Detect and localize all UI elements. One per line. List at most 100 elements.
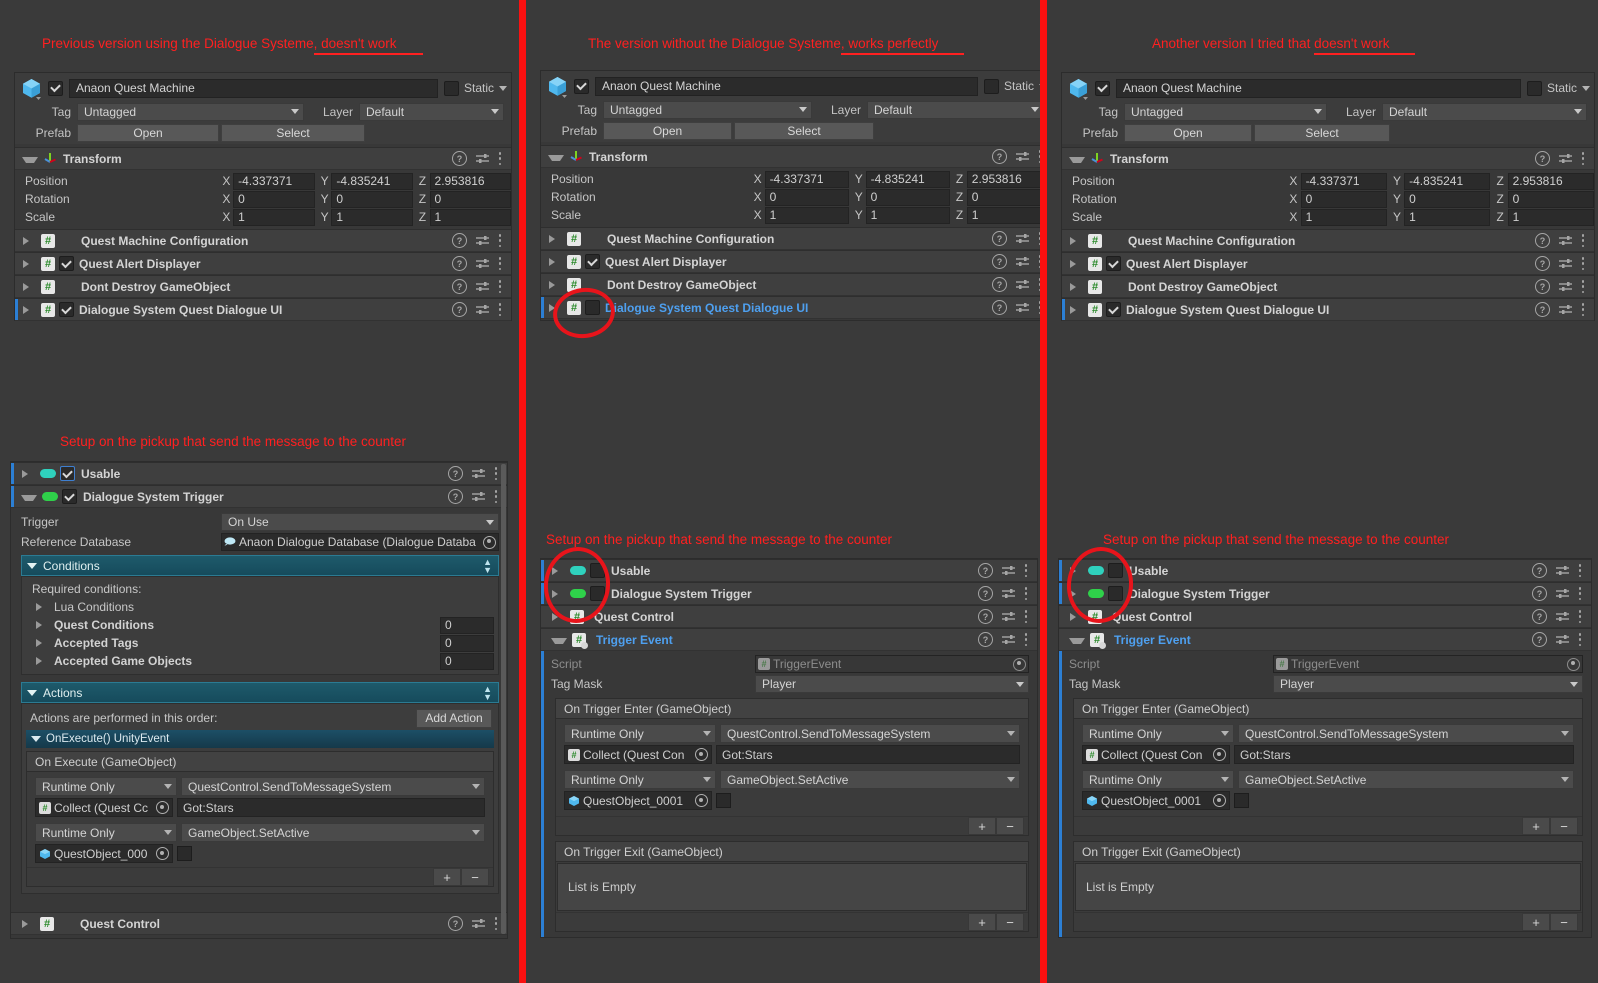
rotation-x-field[interactable]: 0: [764, 188, 849, 206]
remove-enter-entry-button[interactable]: −: [996, 817, 1024, 835]
preset-settings-icon[interactable]: [476, 153, 489, 165]
component-header-dialogue-system-trigger[interactable]: Dialogue System Trigger ?: [541, 582, 1037, 605]
static-checkbox[interactable]: [1526, 80, 1542, 96]
help-icon[interactable]: ?: [1532, 563, 1547, 578]
action-1-function-dropdown[interactable]: QuestControl.SendToMessageSystem: [181, 777, 485, 796]
object-picker-icon[interactable]: [156, 801, 169, 814]
component-enabled-checkbox[interactable]: [1106, 256, 1121, 271]
more-options-icon[interactable]: [498, 152, 502, 165]
help-icon[interactable]: ?: [452, 256, 467, 271]
enter-action-1-object-field[interactable]: # Collect (Quest Con: [564, 745, 712, 764]
add-exit-entry-button[interactable]: +: [1522, 913, 1550, 931]
enter-action-1-function-dropdown[interactable]: QuestControl.SendToMessageSystem: [1238, 724, 1574, 743]
component-header-transform[interactable]: Transform ?: [15, 147, 511, 170]
quest-conditions-row[interactable]: Quest Conditions 0: [22, 616, 498, 634]
rotation-z-field[interactable]: 0: [429, 190, 511, 208]
position-x-field[interactable]: -4.337371: [764, 170, 849, 188]
gameobject-enabled-checkbox[interactable]: [574, 78, 589, 94]
rotation-z-field[interactable]: 0: [1507, 190, 1595, 208]
enter-action-1-mode-dropdown[interactable]: Runtime Only: [1082, 724, 1234, 743]
usable-enabled-checkbox[interactable]: [60, 466, 75, 481]
prefab-open-button[interactable]: Open: [77, 123, 219, 142]
component-header-dialogue-system-trigger[interactable]: Dialogue System Trigger ?: [11, 485, 507, 508]
expand-triangle-icon[interactable]: [22, 919, 34, 928]
component-header-dont-destroy-gameobject[interactable]: # Dont Destroy GameObject ?: [15, 275, 511, 298]
component-header-usable[interactable]: Usable ?: [1059, 559, 1591, 582]
reference-database-object-field[interactable]: Anaon Dialogue Database (Dialogue Databa: [221, 533, 499, 551]
object-picker-icon[interactable]: [156, 847, 169, 860]
component-header-quest-machine-configuration[interactable]: # Quest Machine Configuration ?: [1062, 229, 1594, 252]
help-icon[interactable]: ?: [1535, 233, 1550, 248]
scale-x-field[interactable]: 1: [1300, 208, 1387, 226]
more-options-icon[interactable]: [1578, 564, 1582, 577]
expand-triangle-icon[interactable]: [1070, 259, 1082, 268]
add-enter-entry-button[interactable]: +: [968, 817, 996, 835]
action-1-object-field[interactable]: # Collect (Quest Cc: [35, 798, 173, 817]
component-header-usable[interactable]: Usable ?: [11, 462, 507, 485]
help-icon[interactable]: ?: [978, 632, 993, 647]
preset-settings-icon[interactable]: [1002, 588, 1015, 600]
component-header-dialogue-system-trigger[interactable]: Dialogue System Trigger ?: [1059, 582, 1591, 605]
object-picker-icon[interactable]: [1213, 794, 1226, 807]
action-2-function-dropdown[interactable]: GameObject.SetActive: [181, 823, 485, 842]
enter-action-1-argument-field[interactable]: Got:Stars: [1234, 745, 1574, 764]
preset-settings-icon[interactable]: [476, 258, 489, 270]
enter-action-1-function-dropdown[interactable]: QuestControl.SendToMessageSystem: [720, 724, 1020, 743]
preset-settings-icon[interactable]: [1002, 565, 1015, 577]
component-header-usable[interactable]: Usable ?: [541, 559, 1037, 582]
preset-settings-icon[interactable]: [1559, 304, 1572, 316]
help-icon[interactable]: ?: [452, 302, 467, 317]
preset-settings-icon[interactable]: [1002, 611, 1015, 623]
component-enabled-checkbox[interactable]: [1106, 302, 1121, 317]
preset-settings-icon[interactable]: [1559, 235, 1572, 247]
gameobject-name-field[interactable]: Anaon Quest Machine: [69, 78, 438, 98]
add-enter-entry-button[interactable]: +: [1522, 817, 1550, 835]
more-options-icon[interactable]: [1024, 633, 1028, 646]
component-header-dialogue-system-quest-dialogue-ui[interactable]: # Dialogue System Quest Dialogue UI ?: [1062, 298, 1594, 321]
expand-triangle-icon[interactable]: [549, 234, 561, 243]
enter-action-1-mode-dropdown[interactable]: Runtime Only: [564, 724, 716, 743]
prefab-open-button[interactable]: Open: [1124, 123, 1252, 142]
help-icon[interactable]: ?: [992, 300, 1007, 315]
more-options-icon[interactable]: [1581, 303, 1585, 316]
object-picker-icon[interactable]: [695, 794, 708, 807]
more-options-icon[interactable]: [1024, 564, 1028, 577]
scale-x-field[interactable]: 1: [233, 208, 315, 226]
more-options-icon[interactable]: [494, 490, 498, 503]
help-icon[interactable]: ?: [1532, 609, 1547, 624]
expand-triangle-icon[interactable]: [36, 603, 48, 611]
help-icon[interactable]: ?: [448, 489, 463, 504]
help-icon[interactable]: ?: [992, 149, 1007, 164]
more-options-icon[interactable]: [1581, 280, 1585, 293]
preset-settings-icon[interactable]: [1559, 153, 1572, 165]
more-options-icon[interactable]: [494, 917, 498, 930]
accepted-tags-row[interactable]: Accepted Tags 0: [22, 634, 498, 652]
expand-triangle-icon[interactable]: [1070, 236, 1082, 245]
quest-conditions-count[interactable]: 0: [440, 616, 494, 634]
help-icon[interactable]: ?: [992, 277, 1007, 292]
action-2-mode-dropdown[interactable]: Runtime Only: [35, 823, 177, 842]
add-action-button[interactable]: Add Action: [416, 708, 492, 728]
position-y-field[interactable]: -4.835241: [1404, 172, 1491, 190]
enter-action-2-bool-argument-checkbox[interactable]: [1234, 793, 1249, 808]
layer-dropdown[interactable]: Default: [359, 102, 504, 121]
scale-z-field[interactable]: 1: [1507, 208, 1595, 226]
more-options-icon[interactable]: [1024, 610, 1028, 623]
expand-triangle-icon[interactable]: [23, 282, 35, 291]
trigger-dropdown[interactable]: On Use: [221, 513, 499, 531]
component-header-trigger-event[interactable]: # Trigger Event ?: [541, 628, 1037, 651]
enter-action-2-function-dropdown[interactable]: GameObject.SetActive: [1238, 770, 1574, 789]
tagmask-dropdown[interactable]: Player: [755, 675, 1029, 693]
scale-x-field[interactable]: 1: [764, 206, 849, 224]
more-options-icon[interactable]: [1581, 234, 1585, 247]
add-exit-entry-button[interactable]: +: [968, 913, 996, 931]
help-icon[interactable]: ?: [1535, 151, 1550, 166]
help-icon[interactable]: ?: [1532, 586, 1547, 601]
tagmask-dropdown[interactable]: Player: [1273, 675, 1583, 693]
expand-triangle-icon[interactable]: [22, 469, 34, 478]
remove-enter-entry-button[interactable]: −: [1550, 817, 1578, 835]
position-z-field[interactable]: 2.953816: [966, 170, 1042, 188]
expand-triangle-icon[interactable]: [1070, 305, 1082, 314]
expand-triangle-icon[interactable]: [23, 236, 35, 245]
help-icon[interactable]: ?: [978, 609, 993, 624]
